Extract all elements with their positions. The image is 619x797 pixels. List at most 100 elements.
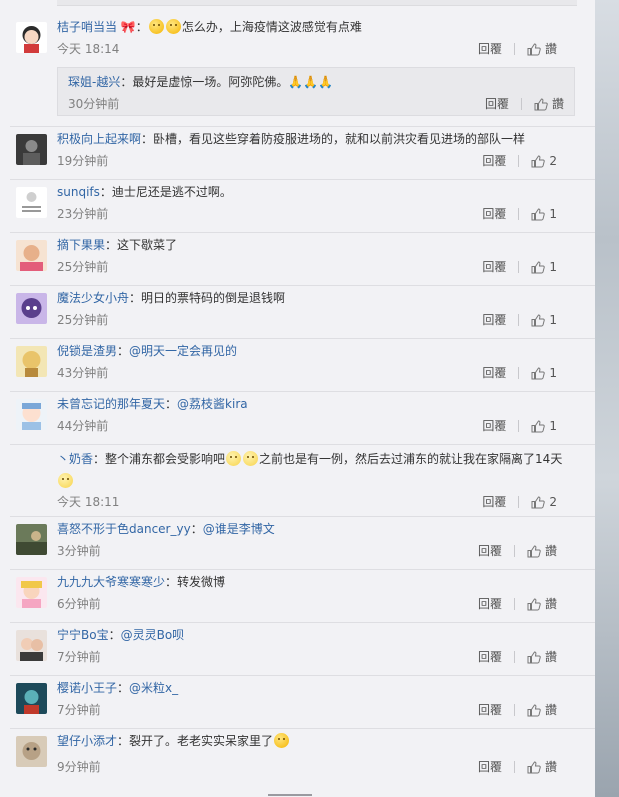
username-link[interactable]: 丶奶香 <box>57 452 93 466</box>
username-link[interactable]: 倪锁是渣男 <box>57 344 117 358</box>
username-link[interactable]: 樱诺小王子 <box>57 681 117 695</box>
thumbs-up-icon <box>531 495 546 508</box>
like-button[interactable]: 讚 <box>527 648 557 666</box>
avatar[interactable] <box>16 736 47 767</box>
avatar[interactable] <box>16 293 47 324</box>
comment-text: sunqifs：迪士尼还是逃不过啊。 <box>57 185 232 199</box>
avatar[interactable] <box>16 683 47 714</box>
comment-text: 桔子哨当当 🎀： 怎么办，上海疫情这波感觉有点难 <box>57 19 362 34</box>
comment-body: 整个浦东都会受影响吧 <box>105 452 226 466</box>
comment-text: 丶奶香：整个浦东都会受影响吧 之前也是有一例，然后去过浦东的就让我在家隔离了14天 <box>57 448 575 492</box>
divider <box>513 598 515 610</box>
avatar[interactable] <box>16 452 47 483</box>
like-button[interactable]: 1 <box>531 417 557 435</box>
avatar[interactable] <box>16 630 47 661</box>
reply-button[interactable]: 回覆 <box>482 364 506 382</box>
reply-button[interactable]: 回覆 <box>482 152 506 170</box>
reply-meta: 30分钟前 回覆 讚 <box>68 95 574 113</box>
divider <box>513 43 515 55</box>
comment-item: 樱诺小王子：@米粒x_ 7分钟前 回覆 讚 <box>0 676 595 729</box>
reply-button[interactable]: 回覆 <box>478 701 502 719</box>
username-link[interactable]: sunqifs <box>57 185 100 199</box>
mention-link[interactable]: @荔枝酱kira <box>177 397 248 411</box>
comment-body: 卧槽，看见这些穿着防疫服进场的，就和以前洪灾看见进场的部队一样 <box>153 132 526 146</box>
comment-item: 丶奶香：整个浦东都会受影响吧 之前也是有一例，然后去过浦东的就让我在家隔离了14天… <box>0 445 595 517</box>
like-count: 1 <box>549 366 557 380</box>
timestamp: 44分钟前 <box>57 419 109 433</box>
thumbs-up-icon <box>527 703 541 716</box>
comment-meta: 今天 18:11 回覆 2 <box>57 493 575 511</box>
avatar[interactable] <box>16 577 47 608</box>
avatar[interactable] <box>16 22 47 53</box>
sad-emoji-icon <box>243 451 259 466</box>
avatar[interactable] <box>16 240 47 271</box>
like-count: 讚 <box>544 597 557 611</box>
avatar[interactable] <box>16 134 47 165</box>
reply-button[interactable]: 回覆 <box>478 758 502 776</box>
comment-item: 积极向上起来啊：卧槽，看见这些穿着防疫服进场的，就和以前洪灾看见进场的部队一样 … <box>0 127 595 180</box>
username-link[interactable]: 魔法少女小舟 <box>57 291 129 305</box>
comment-item: sunqifs：迪士尼还是逃不过啊。 23分钟前 回覆 1 <box>0 180 595 233</box>
reply-button[interactable]: 回覆 <box>478 595 502 613</box>
mention-link[interactable]: @灵灵Bo呗 <box>121 628 185 642</box>
avatar[interactable] <box>16 187 47 218</box>
reply-button[interactable]: 回覆 <box>482 258 506 276</box>
username-link[interactable]: 摘下果果 <box>57 238 105 252</box>
comment-text: 九九九大爷寒寒寒少：转发微博 <box>57 575 226 589</box>
reply-button[interactable]: 回覆 <box>478 40 502 58</box>
like-count: 2 <box>549 154 557 168</box>
like-button[interactable]: 1 <box>531 258 557 276</box>
like-button[interactable]: 1 <box>531 311 557 329</box>
username-link[interactable]: 琛姐-越兴 <box>68 75 120 89</box>
like-button[interactable]: 讚 <box>527 542 557 560</box>
username-link[interactable]: 桔子哨当当 <box>57 20 117 34</box>
avatar[interactable] <box>16 346 47 377</box>
reply-button[interactable]: 回覆 <box>478 648 502 666</box>
username-link[interactable]: 九九九大爷寒寒寒少 <box>57 575 165 589</box>
comment-body: 裂开了。老老实实呆家里了 <box>129 734 274 748</box>
like-button[interactable]: 讚 <box>534 95 564 113</box>
comment-meta: 19分钟前 回覆 2 <box>57 152 575 170</box>
reply-body: 最好是虚惊一场。阿弥陀佛。🙏🙏🙏 <box>132 75 334 89</box>
comment-meta: 9分钟前 回覆 讚 <box>57 758 575 776</box>
reply-button[interactable]: 回覆 <box>482 493 506 511</box>
reply-button[interactable]: 回覆 <box>482 417 506 435</box>
comment-meta: 3分钟前 回覆 讚 <box>57 542 575 560</box>
comment-meta: 25分钟前 回覆 1 <box>57 258 575 276</box>
mention-link[interactable]: @米粒x_ <box>129 681 178 695</box>
username-link[interactable]: 望仔小添才 <box>57 734 117 748</box>
username-link[interactable]: 喜怒不形于色dancer_yy <box>57 522 191 536</box>
like-button[interactable]: 讚 <box>527 40 557 58</box>
avatar[interactable] <box>16 524 47 555</box>
comment-item: 未曾忘记的那年夏天：@荔枝酱kira 44分钟前 回覆 1 <box>0 392 595 445</box>
comment-body: 转发微博 <box>177 575 226 589</box>
divider <box>513 761 515 773</box>
username-link[interactable]: 积极向上起来啊 <box>57 132 141 146</box>
comment-text: 未曾忘记的那年夏天：@荔枝酱kira <box>57 397 248 411</box>
mention-link[interactable]: @明天一定会再见的 <box>129 344 237 358</box>
like-button[interactable]: 讚 <box>527 758 557 776</box>
reply-button[interactable]: 回覆 <box>482 311 506 329</box>
username-link[interactable]: 宁宁Bo宝 <box>57 628 109 642</box>
timestamp: 43分钟前 <box>57 366 109 380</box>
thumbs-up-icon <box>531 207 546 220</box>
reply-button[interactable]: 回覆 <box>485 95 509 113</box>
reply-button[interactable]: 回覆 <box>482 205 506 223</box>
like-button[interactable]: 1 <box>531 364 557 382</box>
like-button[interactable]: 讚 <box>527 701 557 719</box>
comment-body: 这下歇菜了 <box>117 238 178 252</box>
like-button[interactable]: 2 <box>531 152 557 170</box>
avatar[interactable] <box>16 399 47 430</box>
divider <box>518 496 520 508</box>
reply-button[interactable]: 回覆 <box>478 542 502 560</box>
thumbs-up-icon <box>531 366 546 379</box>
like-button[interactable]: 1 <box>531 205 557 223</box>
like-button[interactable]: 2 <box>531 493 557 511</box>
like-button[interactable]: 讚 <box>527 595 557 613</box>
comment-text: 樱诺小王子：@米粒x_ <box>57 681 179 695</box>
like-count: 讚 <box>544 760 557 774</box>
username-link[interactable]: 未曾忘记的那年夏天 <box>57 397 165 411</box>
mention-link[interactable]: @谁是李博文 <box>203 522 275 536</box>
divider <box>513 704 515 716</box>
comment-text: 摘下果果：这下歇菜了 <box>57 238 178 252</box>
